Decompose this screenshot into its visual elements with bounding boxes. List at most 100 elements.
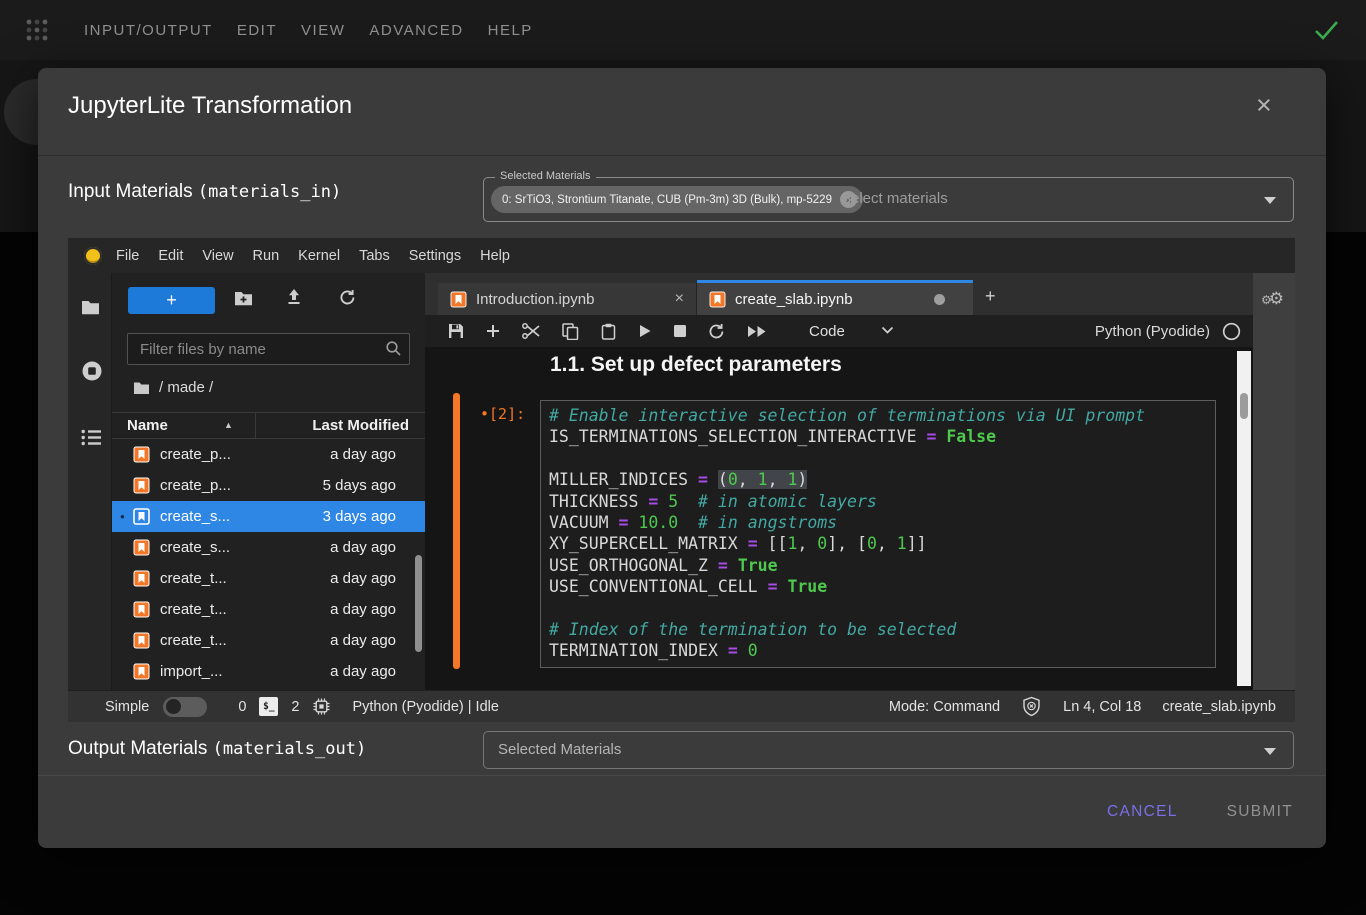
tab-create-slab[interactable]: create_slab.ipynb xyxy=(697,280,973,315)
new-folder-icon[interactable] xyxy=(234,290,253,306)
filter-files-input[interactable] xyxy=(127,333,410,365)
jupyter-menu-item-edit[interactable]: Edit xyxy=(158,248,183,264)
copy-cells-icon[interactable] xyxy=(562,323,579,340)
file-row[interactable]: import_...a day ago xyxy=(112,656,425,687)
file-name: create_p... xyxy=(160,477,323,494)
right-sidebar: ⚙⚙ xyxy=(1253,273,1295,690)
notebook-scrollbar-thumb[interactable] xyxy=(1240,393,1248,419)
header-divider xyxy=(38,155,1326,156)
save-icon[interactable] xyxy=(448,323,464,339)
dialog-footer: CANCEL SUBMIT xyxy=(38,775,1326,848)
tab-close-icon[interactable]: × xyxy=(675,290,684,308)
unsaved-changes-indicator[interactable] xyxy=(934,294,945,305)
code-line: # Enable interactive selection of termin… xyxy=(549,405,1207,426)
trust-shield-icon[interactable] xyxy=(1021,696,1042,717)
file-row[interactable]: create_s...a day ago xyxy=(112,532,425,563)
chevron-down-icon[interactable] xyxy=(1264,197,1276,204)
chevron-down-icon xyxy=(1264,748,1276,755)
stop-kernel-icon[interactable] xyxy=(674,325,686,337)
upload-icon[interactable] xyxy=(286,288,302,306)
code-line: USE_ORTHOGONAL_Z = True xyxy=(549,555,1207,576)
running-kernels-icon[interactable] xyxy=(81,360,103,382)
submit-button[interactable]: SUBMIT xyxy=(1227,803,1293,821)
menu-item-advanced[interactable]: ADVANCED xyxy=(369,22,463,39)
status-filename[interactable]: create_slab.ipynb xyxy=(1162,699,1276,715)
cancel-button[interactable]: CANCEL xyxy=(1107,803,1178,821)
close-icon[interactable]: × xyxy=(1256,92,1272,119)
breadcrumb[interactable]: / made / xyxy=(133,379,213,396)
active-cell-indicator[interactable] xyxy=(453,393,460,669)
material-chip-label: 0: SrTiO3, Strontium Titanate, CUB (Pm-3… xyxy=(502,194,832,206)
jupyter-menu-item-settings[interactable]: Settings xyxy=(409,248,461,264)
output-materials-dropdown[interactable]: Selected Materials xyxy=(483,731,1294,769)
restart-kernel-icon[interactable] xyxy=(708,323,725,340)
code-line xyxy=(549,598,1207,619)
check-icon[interactable] xyxy=(1313,17,1340,43)
simple-mode-toggle[interactable] xyxy=(163,697,207,717)
input-materials-label-text: Input Materials xyxy=(68,181,198,202)
property-inspector-icon[interactable]: ⚙⚙ xyxy=(1261,289,1284,309)
menu-item-view[interactable]: VIEW xyxy=(301,22,345,39)
jupyter-body: + xyxy=(68,273,1295,690)
code-line xyxy=(549,448,1207,469)
file-row[interactable]: create_t...a day ago xyxy=(112,625,425,656)
jupyter-menu-item-run[interactable]: Run xyxy=(253,248,280,264)
material-chip[interactable]: 0: SrTiO3, Strontium Titanate, CUB (Pm-3… xyxy=(491,186,863,213)
new-tab-button[interactable]: + xyxy=(985,287,996,305)
filter-files-field xyxy=(127,333,410,365)
new-launcher-button[interactable]: + xyxy=(128,287,215,314)
notebook-icon xyxy=(133,477,150,494)
file-row[interactable]: ●create_s...3 days ago xyxy=(112,501,425,532)
selected-materials-fieldset[interactable]: Selected Materials 0: SrTiO3, Strontium … xyxy=(483,177,1294,222)
app-logo-icon[interactable] xyxy=(24,17,50,43)
file-row[interactable]: create_p...5 days ago xyxy=(112,470,425,501)
kernel-status-text[interactable]: Python (Pyodide) | Idle xyxy=(352,699,498,715)
menu-item-help[interactable]: HELP xyxy=(488,22,533,39)
folder-icon xyxy=(133,381,150,395)
notebook-scrollbar[interactable] xyxy=(1237,351,1251,686)
input-materials-label: Input Materials (materials_in) xyxy=(68,181,341,203)
output-materials-code: (materials_out) xyxy=(213,739,367,759)
column-header-modified[interactable]: Last Modified xyxy=(312,417,409,434)
file-modified: a day ago xyxy=(330,446,396,463)
restart-run-all-icon[interactable] xyxy=(747,325,767,338)
refresh-icon[interactable] xyxy=(339,289,356,306)
jupyter-menu-item-view[interactable]: View xyxy=(202,248,233,264)
terminals-count[interactable]: 0 xyxy=(238,699,246,715)
column-header-name[interactable]: Name xyxy=(127,417,168,434)
chevron-down-icon[interactable] xyxy=(881,322,894,340)
menu-item-input-output[interactable]: INPUT/OUTPUT xyxy=(84,22,213,39)
notebook-content: 1.1. Set up defect parameters •[2]: # En… xyxy=(425,347,1253,690)
jupyter-menu-item-kernel[interactable]: Kernel xyxy=(298,248,340,264)
file-list-scrollbar[interactable] xyxy=(415,555,422,652)
file-row[interactable]: create_t...a day ago xyxy=(112,563,425,594)
notebook-heading: 1.1. Set up defect parameters xyxy=(550,353,842,377)
cursor-position[interactable]: Ln 4, Col 18 xyxy=(1063,699,1141,715)
run-cell-icon[interactable] xyxy=(638,324,652,338)
sort-ascending-icon[interactable]: ▲ xyxy=(224,420,233,430)
kernels-count[interactable]: 2 xyxy=(291,699,299,715)
toggle-knob xyxy=(166,699,181,714)
code-editor[interactable]: # Enable interactive selection of termin… xyxy=(540,400,1216,668)
tab-introduction[interactable]: Introduction.ipynb × xyxy=(438,283,697,315)
jupyter-menu-item-help[interactable]: Help xyxy=(480,248,510,264)
file-row[interactable]: create_p...a day ago xyxy=(112,439,425,470)
file-modified: a day ago xyxy=(330,539,396,556)
add-cell-icon[interactable] xyxy=(486,324,500,338)
cut-cells-icon[interactable] xyxy=(522,323,540,339)
file-row[interactable]: create_t...a day ago xyxy=(112,594,425,625)
notebook-icon xyxy=(450,291,467,308)
cell-type-dropdown[interactable]: Code xyxy=(809,323,845,340)
app-menubar-items: INPUT/OUTPUT EDIT VIEW ADVANCED HELP xyxy=(84,22,533,39)
menu-item-edit[interactable]: EDIT xyxy=(237,22,277,39)
paste-cells-icon[interactable] xyxy=(601,323,616,340)
file-modified: 3 days ago xyxy=(323,508,396,525)
file-modified: a day ago xyxy=(330,663,396,680)
command-mode-indicator[interactable]: Mode: Command xyxy=(889,699,1000,715)
table-of-contents-icon[interactable] xyxy=(81,429,102,446)
kernel-indicator[interactable]: Python (Pyodide) xyxy=(1095,322,1241,341)
file-browser-icon[interactable] xyxy=(81,299,100,315)
jupyter-menu-item-tabs[interactable]: Tabs xyxy=(359,248,390,264)
terminal-icon: $_ xyxy=(259,697,278,716)
jupyter-menu-item-file[interactable]: File xyxy=(116,248,139,264)
